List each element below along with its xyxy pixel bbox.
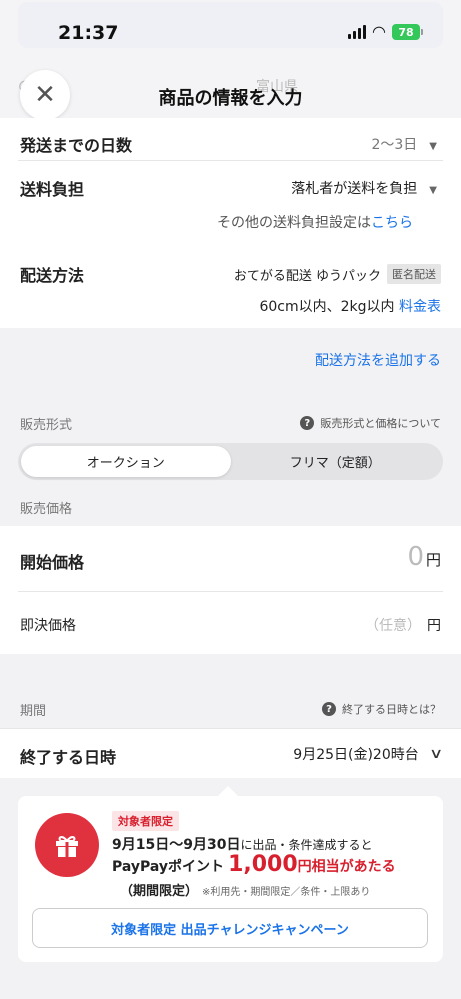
price-section-label: 販売価格 [20,502,73,517]
top-area: の地域 富山県 21:37 ◠ 78 ✕ 商品の情報を入力 [0,0,461,128]
chevron-down-icon: ∨ [428,746,444,762]
end-time-label: 終了する日時 [20,748,117,767]
promo-note-line: （期間限定） ※利用先・期間限定／条件・上限あり [120,884,371,899]
end-time-help-link[interactable]: ? 終了する日時とは？ [322,701,441,717]
end-time-select[interactable]: 9月25日(金)20時台 ∨ [293,744,444,764]
shipping-fee-select[interactable]: 落札者が送料を負担 ▼ [291,178,437,198]
anonymous-badge: 匿名配送 [387,264,441,284]
start-price-label: 開始価格 [20,553,85,572]
sale-format-help-link[interactable]: ? 販売形式と価格について [300,415,441,431]
campaign-button[interactable]: 対象者限定 出品チャレンジキャンペーン [32,908,428,948]
shipping-days-row[interactable]: 発送までの日数 2〜3日 ▼ [0,126,461,160]
fee-other-settings: その他の送料負担設定はこちら [217,215,413,231]
gift-icon [35,813,99,877]
buyout-price-label: 即決価格 [20,618,76,634]
promo-period-line: 9月15日〜9月30日に出品・条件達成すると [112,837,373,853]
target-limited-badge: 対象者限定 [112,811,179,831]
fee-other-link[interactable]: こちら [371,215,413,231]
buyout-price-input[interactable]: （任意）円 [365,615,441,635]
price-section: 開始価格 0円 即決価格 （任意）円 [0,526,461,654]
size-limit-line: 60cm以内、2kg以内 料金表 [259,299,441,315]
rate-table-link[interactable]: 料金表 [399,299,441,315]
add-shipping-method-link[interactable]: 配送方法を追加する [315,350,441,370]
shipping-days-select[interactable]: 2〜3日 ▼ [371,134,437,154]
shipping-section: 発送までの日数 2〜3日 ▼ 送料負担 落札者が送料を負担 ▼ その他の送料負担設定… [0,118,461,328]
start-price-input[interactable]: 0円 [407,542,441,572]
promo-reward-line: PayPayポイント 1,000 円相当があたる [112,852,396,877]
cellular-signal-icon [348,25,367,39]
status-icons: ◠ 78 [348,24,423,40]
help-icon: ? [322,702,336,716]
segment-auction[interactable]: オークション [21,446,231,477]
page-title: 商品の情報を入力 [158,88,303,109]
promo-card: 対象者限定 9月15日〜9月30日に出品・条件達成すると PayPayポイント 1… [18,796,443,962]
shipping-method-label: 配送方法 [20,266,85,285]
battery-level: 78 [392,24,420,40]
period-label: 期間 [20,704,47,719]
shipping-days-label: 発送までの日数 [20,136,133,155]
caret-down-icon: ▼ [429,185,437,196]
shipping-fee-label: 送料負担 [20,180,85,199]
help-icon: ? [300,416,315,430]
sale-format-label: 販売形式 [20,418,73,433]
status-time: 21:37 [58,22,119,44]
wifi-icon: ◠ [372,22,386,41]
end-time-row[interactable]: 終了する日時 9月25日(金)20時台 ∨ [0,728,461,778]
caret-down-icon: ▼ [429,141,437,152]
segment-fixed-price[interactable]: フリマ（定額） [231,446,441,477]
battery-icon: 78 [392,24,423,40]
sale-format-segmented-control: オークション フリマ（定額） [18,443,443,480]
shipping-method-value[interactable]: おてがる配送 ゆうパック 匿名配送 [234,264,441,284]
